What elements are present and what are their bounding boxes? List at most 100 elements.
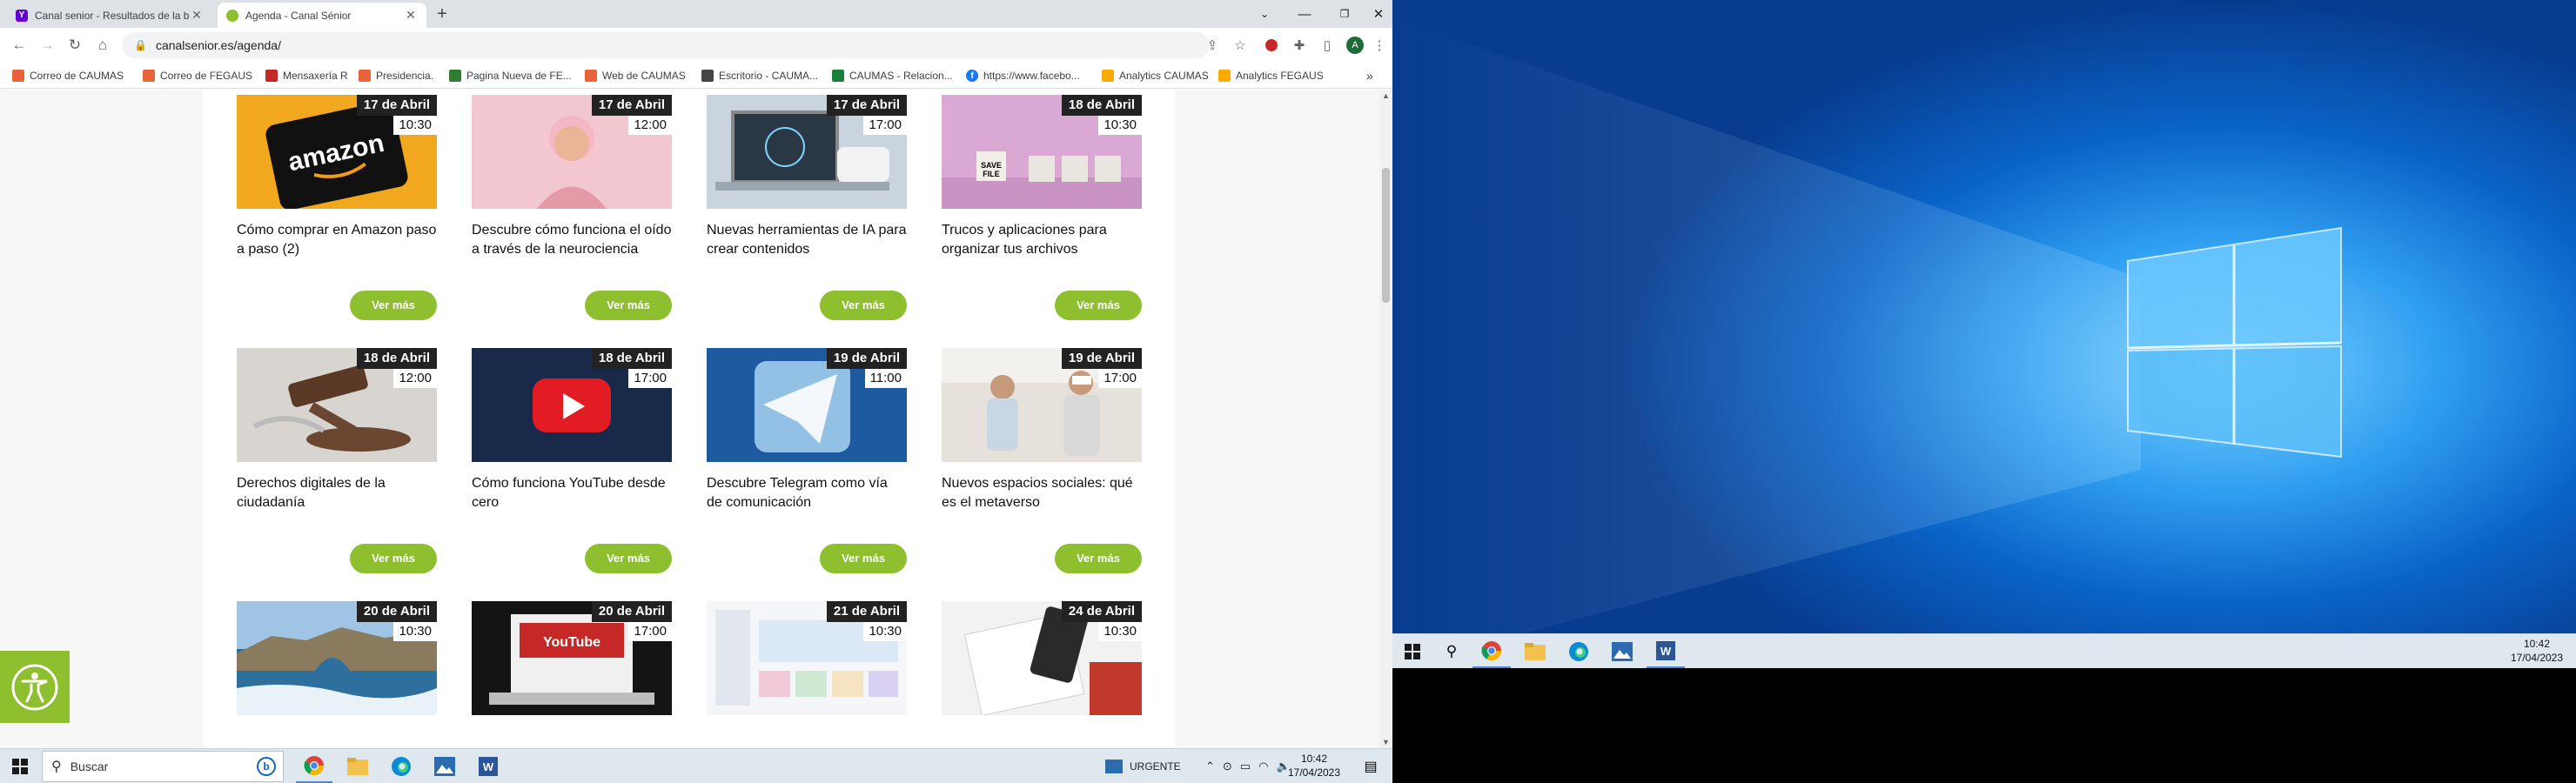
scroll-down-icon[interactable]: ▼	[1379, 736, 1392, 748]
tray-app-icon[interactable]: ⊙	[1223, 760, 1232, 773]
menu-icon[interactable]: ⋮	[1370, 36, 1389, 55]
home-icon[interactable]: ⌂	[92, 35, 113, 56]
puzzle-icon[interactable]: ✚	[1290, 36, 1309, 55]
bookmark-item[interactable]: Pagina Nueva de FE...	[449, 68, 572, 84]
event-title[interactable]: Nuevos espacios sociales: qué es el meta…	[942, 474, 1142, 512]
scroll-up-icon[interactable]: ▲	[1379, 90, 1392, 102]
scrollbar-thumb[interactable]	[1382, 168, 1390, 303]
event-title[interactable]: Descubre Telegram como vía de comunicaci…	[707, 474, 907, 512]
agenda-card[interactable]: 19 de Abril 11:00 Descubre Telegram como v…	[707, 348, 907, 573]
agenda-card[interactable]: 17 de Abril 17:00 Nuevas herramientas de I…	[707, 95, 907, 320]
search-icon[interactable]: ⚲	[1434, 634, 1469, 669]
agenda-card[interactable]: 19 de Abril 17:00 Nuevos espacios sociales…	[942, 348, 1142, 573]
ver-mas-button[interactable]: Ver más	[585, 544, 672, 573]
event-image[interactable]: 18 de Abril 17:00	[472, 348, 672, 462]
agenda-card[interactable]: 21 de Abril 10:30	[707, 601, 907, 715]
reload-icon[interactable]: ↻	[64, 35, 85, 56]
agenda-card[interactable]: 18 de Abril 12:00 Derechos digitales de la…	[237, 348, 437, 573]
bookmark-item[interactable]: CAUMAS - Relacion...	[832, 68, 953, 84]
event-image[interactable]: YouTube 20 de Abril 17:00	[472, 601, 672, 715]
event-image[interactable]: 24 de Abril 10:30	[942, 601, 1142, 715]
agenda-card[interactable]: 17 de Abril 12:00 Descubre cómo funciona e…	[472, 95, 672, 320]
taskbar-chrome[interactable]	[1472, 634, 1511, 669]
extension-icon[interactable]	[1262, 36, 1281, 55]
event-image[interactable]: 18 de Abril 12:00	[237, 348, 437, 462]
agenda-card[interactable]: SAVE FILE 18 de Abril 10:30 Trucos y aplicac…	[942, 95, 1142, 320]
back-icon[interactable]: ←	[9, 35, 30, 56]
event-image[interactable]: 17 de Abril 12:00	[472, 95, 672, 209]
bookmarks-overflow-button[interactable]: »	[1366, 68, 1373, 84]
taskbar-search-input[interactable]: ⚲ Buscar b	[42, 751, 284, 782]
agenda-card[interactable]: amazon 17 de Abril 10:30 Cómo comprar en Am…	[237, 95, 437, 320]
event-image[interactable]: 19 de Abril 17:00	[942, 348, 1142, 462]
bookmark-item[interactable]: Escritorio - CAUMA...	[701, 68, 818, 84]
agenda-card[interactable]: YouTube 20 de Abril 17:00	[472, 601, 672, 715]
event-image[interactable]: 20 de Abril 10:30	[237, 601, 437, 715]
bookmark-star-icon[interactable]: ☆	[1231, 36, 1250, 55]
chevron-up-icon[interactable]: ⌃	[1205, 760, 1215, 773]
event-title[interactable]: Cómo funciona YouTube desde cero	[472, 474, 672, 512]
notification-center-icon[interactable]: ▤	[1353, 749, 1388, 783]
wifi-icon[interactable]: ◠	[1258, 760, 1268, 773]
urgent-notification[interactable]: URGENTE	[1105, 749, 1181, 783]
taskbar-edge[interactable]	[1560, 634, 1598, 669]
tab-agenda[interactable]: Agenda - Canal Sénior ✕	[218, 3, 426, 28]
start-button[interactable]	[1392, 634, 1432, 669]
taskbar-explorer[interactable]	[339, 749, 376, 783]
event-title[interactable]: Nuevas herramientas de IA para crear con…	[707, 221, 907, 259]
taskbar-chrome[interactable]	[296, 749, 332, 783]
bookmark-item[interactable]: Analytics FEGAUS	[1218, 68, 1324, 84]
avatar[interactable]: A	[1345, 36, 1365, 55]
taskbar-clock[interactable]: 10:42 17/04/2023	[1279, 752, 1349, 780]
new-tab-button[interactable]: +	[433, 5, 452, 24]
taskbar-word[interactable]: W	[1647, 634, 1685, 669]
minimize-button[interactable]: —	[1285, 0, 1325, 28]
forward-icon[interactable]: →	[37, 35, 57, 56]
bookmark-item[interactable]: Web de CAUMAS	[585, 68, 686, 84]
event-image[interactable]: SAVE FILE 18 de Abril 10:30	[942, 95, 1142, 209]
ver-mas-button[interactable]: Ver más	[1055, 544, 1142, 573]
agenda-card[interactable]: 20 de Abril 10:30	[237, 601, 437, 715]
taskbar-explorer[interactable]	[1516, 634, 1554, 669]
agenda-card[interactable]: 24 de Abril 10:30	[942, 601, 1142, 715]
taskbar-edge[interactable]	[383, 749, 419, 783]
event-title[interactable]: Derechos digitales de la ciudadanía	[237, 474, 437, 512]
bookmark-item[interactable]: Analytics CAUMAS	[1102, 68, 1209, 84]
ver-mas-button[interactable]: Ver más	[350, 291, 437, 320]
vertical-scrollbar[interactable]: ▲ ▼	[1379, 90, 1392, 748]
bookmark-item[interactable]: Correo de CAUMAS	[12, 68, 124, 84]
ver-mas-button[interactable]: Ver más	[820, 291, 907, 320]
agenda-card[interactable]: 18 de Abril 17:00 Cómo funciona YouTube de…	[472, 348, 672, 573]
bookmark-item[interactable]: f https://www.facebo...	[966, 68, 1080, 84]
side-panel-icon[interactable]: ▯	[1318, 36, 1337, 55]
close-window-button[interactable]: ✕	[1365, 0, 1392, 28]
bookmark-item[interactable]: Mensaxería R	[265, 68, 348, 84]
event-image[interactable]: amazon 17 de Abril 10:30	[237, 95, 437, 209]
share-icon[interactable]: ⇪	[1203, 36, 1222, 55]
event-title[interactable]: Descubre cómo funciona el oído a través …	[472, 221, 672, 259]
tab-search-icon[interactable]: ⌄	[1244, 0, 1285, 28]
event-title[interactable]: Cómo comprar en Amazon paso a paso (2)	[237, 221, 437, 259]
close-tab-icon[interactable]: ✕	[404, 8, 418, 23]
taskbar-word[interactable]: W	[470, 749, 506, 783]
start-button[interactable]	[0, 749, 40, 783]
event-image[interactable]: 21 de Abril 10:30	[707, 601, 907, 715]
event-image[interactable]: 17 de Abril 17:00	[707, 95, 907, 209]
bookmark-item[interactable]: Correo de FEGAUS	[143, 68, 252, 84]
ver-mas-button[interactable]: Ver más	[350, 544, 437, 573]
network-icon[interactable]: ▭	[1240, 760, 1251, 773]
taskbar-clock[interactable]: 10:42 17/04/2023	[2502, 637, 2572, 665]
taskbar-photos[interactable]	[426, 749, 463, 783]
ver-mas-button[interactable]: Ver más	[1055, 291, 1142, 320]
restore-button[interactable]: ❐	[1325, 0, 1365, 28]
event-image[interactable]: 19 de Abril 11:00	[707, 348, 907, 462]
ver-mas-button[interactable]: Ver más	[820, 544, 907, 573]
address-bar[interactable]: 🔒 canalsenior.es/agenda/	[122, 32, 1210, 58]
event-title[interactable]: Trucos y aplicaciones para organizar tus…	[942, 221, 1142, 259]
accessibility-button[interactable]	[0, 651, 70, 723]
bookmark-item[interactable]: Presidencia.	[359, 68, 433, 84]
ver-mas-button[interactable]: Ver más	[585, 291, 672, 320]
close-tab-icon[interactable]: ✕	[190, 8, 204, 23]
tab-yahoo-search[interactable]: Y Canal senior - Resultados de la b ✕	[7, 3, 212, 28]
bing-icon[interactable]: b	[257, 757, 276, 776]
